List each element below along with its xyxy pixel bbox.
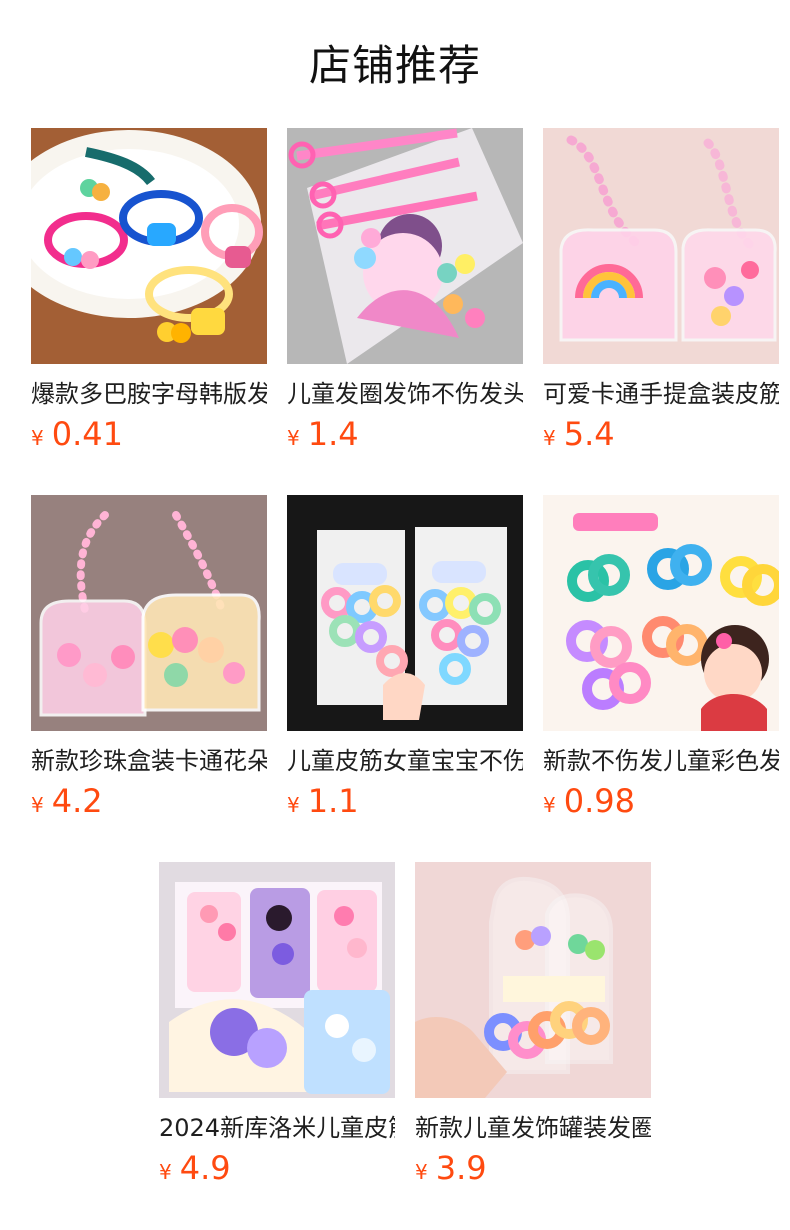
product-card-7[interactable]: 2024新库洛米儿童皮筋发饰 ¥4.9 (159, 862, 395, 1190)
product-name-3[interactable]: 可爱卡通手提盒装皮筋套装 (543, 374, 779, 414)
product-card-8[interactable]: 新款儿童发饰罐装发圈 ¥3.9 (415, 862, 651, 1190)
product-image-5[interactable] (287, 495, 523, 731)
price-value: 5.4 (563, 415, 615, 453)
price-value: 4.9 (179, 1149, 231, 1187)
price-value: 1.1 (307, 782, 359, 820)
product-card-1[interactable]: 爆款多巴胺字母韩版发圈 ¥0.41 (31, 128, 267, 456)
product-image-4[interactable] (31, 495, 267, 731)
currency-symbol: ¥ (543, 793, 556, 817)
price-value: 0.98 (563, 782, 635, 820)
product-price-7: ¥4.9 (159, 1146, 231, 1190)
currency-symbol: ¥ (543, 426, 556, 450)
product-price-2: ¥1.4 (287, 412, 359, 456)
product-image-2[interactable] (287, 128, 523, 364)
currency-symbol: ¥ (415, 1160, 428, 1184)
price-value: 3.9 (435, 1149, 487, 1187)
product-image-6[interactable] (543, 495, 779, 731)
product-name-7[interactable]: 2024新库洛米儿童皮筋发饰 (159, 1108, 395, 1148)
product-image-3[interactable] (543, 128, 779, 364)
product-price-6: ¥0.98 (543, 779, 635, 823)
product-image-8[interactable] (415, 862, 651, 1098)
product-name-5[interactable]: 儿童皮筋女童宝宝不伤发 (287, 741, 523, 781)
product-image-1[interactable] (31, 128, 267, 364)
product-card-6[interactable]: 新款不伤发儿童彩色发圈 ¥0.98 (543, 495, 779, 823)
price-value: 4.2 (51, 782, 103, 820)
product-card-3[interactable]: 可爱卡通手提盒装皮筋套装 ¥5.4 (543, 128, 779, 456)
product-name-1[interactable]: 爆款多巴胺字母韩版发圈 (31, 374, 267, 414)
currency-symbol: ¥ (31, 793, 44, 817)
product-card-2[interactable]: 儿童发圈发饰不伤发头绳 ¥1.4 (287, 128, 523, 456)
product-price-1: ¥0.41 (31, 412, 123, 456)
product-name-8[interactable]: 新款儿童发饰罐装发圈 (415, 1108, 651, 1148)
price-value: 1.4 (307, 415, 359, 453)
product-price-4: ¥4.2 (31, 779, 103, 823)
product-price-5: ¥1.1 (287, 779, 359, 823)
currency-symbol: ¥ (31, 426, 44, 450)
currency-symbol: ¥ (287, 793, 300, 817)
product-name-2[interactable]: 儿童发圈发饰不伤发头绳 (287, 374, 523, 414)
product-card-4[interactable]: 新款珍珠盒装卡通花朵发夹 ¥4.2 (31, 495, 267, 823)
product-card-5[interactable]: 儿童皮筋女童宝宝不伤发 ¥1.1 (287, 495, 523, 823)
page-title: 店铺推荐 (308, 41, 481, 90)
product-price-3: ¥5.4 (543, 412, 615, 456)
product-price-8: ¥3.9 (415, 1146, 487, 1190)
product-name-6[interactable]: 新款不伤发儿童彩色发圈 (543, 741, 779, 781)
currency-symbol: ¥ (159, 1160, 172, 1184)
currency-symbol: ¥ (287, 426, 300, 450)
product-image-7[interactable] (159, 862, 395, 1098)
price-value: 0.41 (51, 415, 123, 453)
product-name-4[interactable]: 新款珍珠盒装卡通花朵发夹 (31, 741, 267, 781)
